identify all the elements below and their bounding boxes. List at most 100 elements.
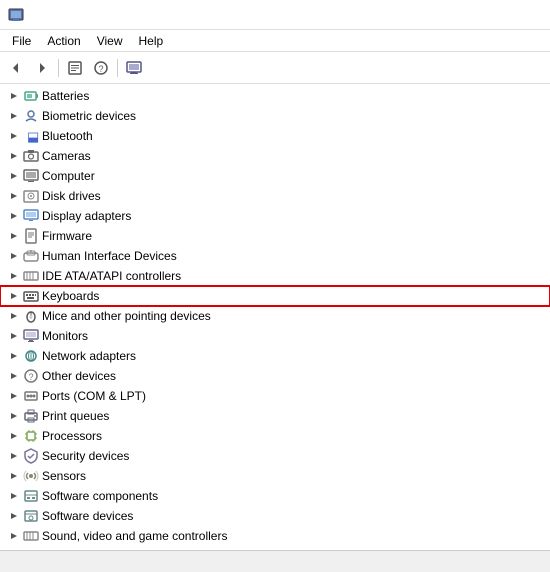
toolbar: ? bbox=[0, 52, 550, 84]
device-label-23: Storage controllers bbox=[42, 549, 143, 550]
device-icon-5 bbox=[23, 188, 39, 204]
tree-item-16[interactable]: Print queues bbox=[0, 406, 550, 426]
tree-item-22[interactable]: Sound, video and game controllers bbox=[0, 526, 550, 546]
expand-arrow-14[interactable] bbox=[8, 370, 20, 382]
expand-arrow-16[interactable] bbox=[8, 410, 20, 422]
minimize-button[interactable] bbox=[474, 7, 494, 23]
device-icon-21 bbox=[23, 508, 39, 524]
title-bar-left bbox=[8, 7, 30, 23]
menu-file[interactable]: File bbox=[4, 32, 39, 50]
tree-item-19[interactable]: Sensors bbox=[0, 466, 550, 486]
device-icon-4 bbox=[23, 168, 39, 184]
expand-arrow-13[interactable] bbox=[8, 350, 20, 362]
expand-arrow-11[interactable] bbox=[8, 310, 20, 322]
tree-item-14[interactable]: ?Other devices bbox=[0, 366, 550, 386]
expand-arrow-6[interactable] bbox=[8, 210, 20, 222]
tree-item-4[interactable]: Computer bbox=[0, 166, 550, 186]
expand-arrow-0[interactable] bbox=[8, 90, 20, 102]
properties-button[interactable] bbox=[63, 56, 87, 80]
device-icon-2: ⬓ bbox=[23, 128, 39, 144]
device-icon-8 bbox=[23, 248, 39, 264]
tree-item-18[interactable]: Security devices bbox=[0, 446, 550, 466]
toolbar-separator-1 bbox=[58, 59, 59, 77]
expand-arrow-5[interactable] bbox=[8, 190, 20, 202]
close-button[interactable] bbox=[522, 7, 542, 23]
expand-arrow-20[interactable] bbox=[8, 490, 20, 502]
device-icon-1 bbox=[23, 108, 39, 124]
app-icon bbox=[8, 7, 24, 23]
device-label-0: Batteries bbox=[42, 89, 89, 103]
tree-item-9[interactable]: IDE ATA/ATAPI controllers bbox=[0, 266, 550, 286]
expand-arrow-8[interactable] bbox=[8, 250, 20, 262]
forward-button[interactable] bbox=[30, 56, 54, 80]
expand-arrow-4[interactable] bbox=[8, 170, 20, 182]
tree-item-21[interactable]: Software devices bbox=[0, 506, 550, 526]
menu-action[interactable]: Action bbox=[39, 32, 88, 50]
device-icon-13 bbox=[23, 348, 39, 364]
device-label-21: Software devices bbox=[42, 509, 133, 523]
expand-arrow-1[interactable] bbox=[8, 110, 20, 122]
expand-arrow-22[interactable] bbox=[8, 530, 20, 542]
expand-arrow-18[interactable] bbox=[8, 450, 20, 462]
tree-item-23[interactable]: Storage controllers bbox=[0, 546, 550, 550]
expand-arrow-15[interactable] bbox=[8, 390, 20, 402]
device-label-19: Sensors bbox=[42, 469, 86, 483]
tree-item-10[interactable]: Keyboards bbox=[0, 286, 550, 306]
tree-item-8[interactable]: Human Interface Devices bbox=[0, 246, 550, 266]
expand-arrow-10[interactable] bbox=[8, 290, 20, 302]
device-icon-7 bbox=[23, 228, 39, 244]
expand-arrow-12[interactable] bbox=[8, 330, 20, 342]
device-label-11: Mice and other pointing devices bbox=[42, 309, 211, 323]
menu-bar: File Action View Help bbox=[0, 30, 550, 52]
expand-arrow-2[interactable] bbox=[8, 130, 20, 142]
device-icon-9 bbox=[23, 268, 39, 284]
tree-item-5[interactable]: Disk drives bbox=[0, 186, 550, 206]
device-label-20: Software components bbox=[42, 489, 158, 503]
menu-help[interactable]: Help bbox=[131, 32, 172, 50]
expand-arrow-21[interactable] bbox=[8, 510, 20, 522]
device-label-4: Computer bbox=[42, 169, 95, 183]
device-label-3: Cameras bbox=[42, 149, 91, 163]
svg-text:⬓: ⬓ bbox=[27, 129, 39, 144]
device-label-10: Keyboards bbox=[42, 289, 99, 303]
tree-item-17[interactable]: Processors bbox=[0, 426, 550, 446]
device-icon-6 bbox=[23, 208, 39, 224]
tree-item-11[interactable]: Mice and other pointing devices bbox=[0, 306, 550, 326]
device-icon-18 bbox=[23, 448, 39, 464]
device-icon-10 bbox=[23, 288, 39, 304]
maximize-button[interactable] bbox=[498, 7, 518, 23]
device-label-18: Security devices bbox=[42, 449, 129, 463]
tree-item-2[interactable]: ⬓Bluetooth bbox=[0, 126, 550, 146]
back-button[interactable] bbox=[4, 56, 28, 80]
help-icon-button[interactable]: ? bbox=[89, 56, 113, 80]
expand-arrow-17[interactable] bbox=[8, 430, 20, 442]
expand-arrow-3[interactable] bbox=[8, 150, 20, 162]
tree-item-12[interactable]: Monitors bbox=[0, 326, 550, 346]
tree-item-20[interactable]: Software components bbox=[0, 486, 550, 506]
menu-view[interactable]: View bbox=[89, 32, 131, 50]
monitor-button[interactable] bbox=[122, 56, 146, 80]
tree-item-3[interactable]: Cameras bbox=[0, 146, 550, 166]
device-label-8: Human Interface Devices bbox=[42, 249, 177, 263]
device-label-1: Biometric devices bbox=[42, 109, 136, 123]
device-label-6: Display adapters bbox=[42, 209, 131, 223]
tree-item-6[interactable]: Display adapters bbox=[0, 206, 550, 226]
device-icon-20 bbox=[23, 488, 39, 504]
expand-arrow-19[interactable] bbox=[8, 470, 20, 482]
expand-arrow-7[interactable] bbox=[8, 230, 20, 242]
expand-arrow-9[interactable] bbox=[8, 270, 20, 282]
device-label-15: Ports (COM & LPT) bbox=[42, 389, 146, 403]
tree-item-15[interactable]: Ports (COM & LPT) bbox=[0, 386, 550, 406]
tree-item-7[interactable]: Firmware bbox=[0, 226, 550, 246]
device-label-16: Print queues bbox=[42, 409, 109, 423]
device-tree[interactable]: BatteriesBiometric devices⬓BluetoothCame… bbox=[0, 84, 550, 550]
device-label-14: Other devices bbox=[42, 369, 116, 383]
device-icon-12 bbox=[23, 328, 39, 344]
device-icon-22 bbox=[23, 528, 39, 544]
device-icon-19 bbox=[23, 468, 39, 484]
tree-item-0[interactable]: Batteries bbox=[0, 86, 550, 106]
tree-item-13[interactable]: Network adapters bbox=[0, 346, 550, 366]
device-label-2: Bluetooth bbox=[42, 129, 93, 143]
tree-item-1[interactable]: Biometric devices bbox=[0, 106, 550, 126]
device-icon-17 bbox=[23, 428, 39, 444]
